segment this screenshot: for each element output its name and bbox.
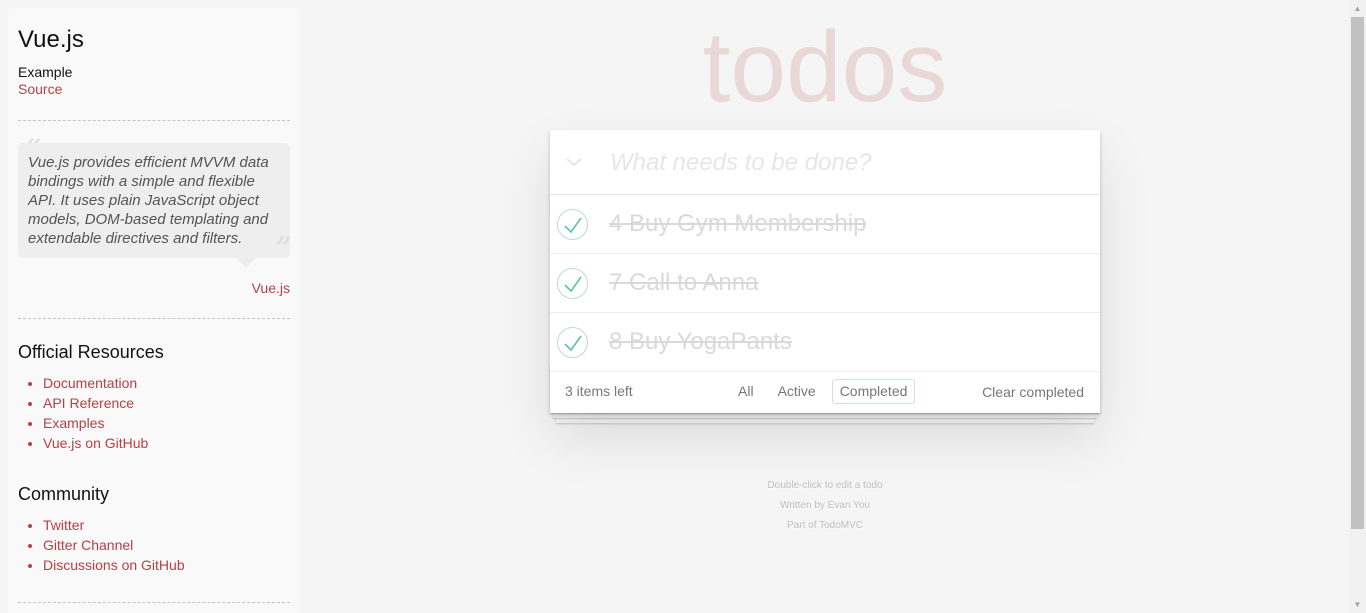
todo-item[interactable]: 8 Buy YogaPants	[550, 313, 1100, 372]
todo-footer: 3 items left All Active Completed Clear …	[550, 372, 1100, 413]
items-left-count: 3 items left	[565, 383, 633, 399]
resource-link-examples[interactable]: Examples	[43, 415, 104, 431]
todo-toggle-checkbox[interactable]	[557, 268, 588, 299]
todo-item[interactable]: 7 Call to Anna	[550, 254, 1100, 313]
divider	[18, 318, 290, 319]
resources-heading: Official Resources	[18, 342, 164, 362]
info-footer: Double-click to edit a todo Written by E…	[550, 476, 1100, 536]
sidebar-title: Vue.js	[18, 26, 84, 53]
quote-text: Vue.js provides efficient MVVM data bind…	[18, 143, 290, 268]
toggle-all-chevron	[566, 158, 582, 167]
quote-block: “ Vue.js provides efficient MVVM data bi…	[18, 133, 292, 296]
chevron-down-icon[interactable]	[562, 148, 586, 176]
filter-active[interactable]: Active	[770, 379, 824, 404]
todo-label[interactable]: 4 Buy Gym Membership	[609, 209, 866, 239]
scrollbar-thumb[interactable]	[1351, 17, 1364, 529]
resource-link-documentation[interactable]: Documentation	[43, 375, 137, 391]
resource-link-api-reference[interactable]: API Reference	[43, 395, 134, 411]
todo-list: 4 Buy Gym Membership 7 Call to Anna 8 Bu…	[550, 195, 1100, 372]
list-item: Vue.js on GitHub	[43, 433, 290, 453]
todo-item[interactable]: 4 Buy Gym Membership	[550, 195, 1100, 254]
todo-label[interactable]: 8 Buy YogaPants	[609, 327, 792, 357]
checkmark-icon	[564, 276, 582, 293]
filter-all[interactable]: All	[730, 379, 762, 404]
sidebar: Vue.js Example Source “ Vue.js provides …	[8, 8, 300, 613]
vertical-scrollbar[interactable]: ▲ ▼	[1349, 0, 1366, 613]
info-author: Written by Evan You	[780, 500, 870, 511]
scroll-up-arrow-icon[interactable]: ▲	[1349, 0, 1366, 17]
community-list: Twitter Gitter Channel Discussions on Gi…	[18, 515, 290, 575]
community-heading: Community	[18, 484, 110, 504]
divider	[18, 120, 290, 121]
todo-app: 4 Buy Gym Membership 7 Call to Anna 8 Bu…	[550, 130, 1100, 413]
todo-toggle-checkbox[interactable]	[557, 209, 588, 240]
list-item: API Reference	[43, 393, 290, 413]
resources-list: Documentation API Reference Examples Vue…	[18, 373, 290, 453]
quote-attribution: Vue.js	[18, 280, 290, 296]
list-item: Documentation	[43, 373, 290, 393]
filter-completed[interactable]: Completed	[831, 379, 916, 404]
todo-header	[550, 130, 1100, 195]
close-quote-icon: ”	[274, 230, 292, 270]
info-hint: Double-click to edit a todo	[767, 480, 883, 491]
quote-attribution-link[interactable]: Vue.js	[252, 280, 290, 296]
resource-link-github[interactable]: Vue.js on GitHub	[43, 435, 148, 451]
info-part-of: Part of TodoMVC	[787, 520, 863, 531]
community-link-gitter[interactable]: Gitter Channel	[43, 537, 133, 553]
todo-toggle-checkbox[interactable]	[557, 327, 588, 358]
new-todo-input[interactable]	[610, 130, 1090, 195]
checkmark-icon	[564, 217, 582, 234]
community-link-twitter[interactable]: Twitter	[43, 517, 84, 533]
list-item: Gitter Channel	[43, 535, 290, 555]
divider	[18, 602, 290, 603]
source-link[interactable]: Source	[18, 81, 290, 98]
checkmark-icon	[564, 335, 582, 352]
list-item: Twitter	[43, 515, 290, 535]
list-item: Examples	[43, 413, 290, 433]
todo-label[interactable]: 7 Call to Anna	[609, 268, 758, 298]
app-title: todos	[702, 11, 948, 123]
community-link-discussions[interactable]: Discussions on GitHub	[43, 557, 185, 573]
clear-completed-button[interactable]: Clear completed	[982, 384, 1084, 400]
scroll-down-arrow-icon[interactable]: ▼	[1349, 596, 1366, 613]
filter-tabs: All Active Completed	[730, 379, 916, 404]
example-label: Example	[18, 64, 73, 80]
list-item: Discussions on GitHub	[43, 555, 290, 575]
